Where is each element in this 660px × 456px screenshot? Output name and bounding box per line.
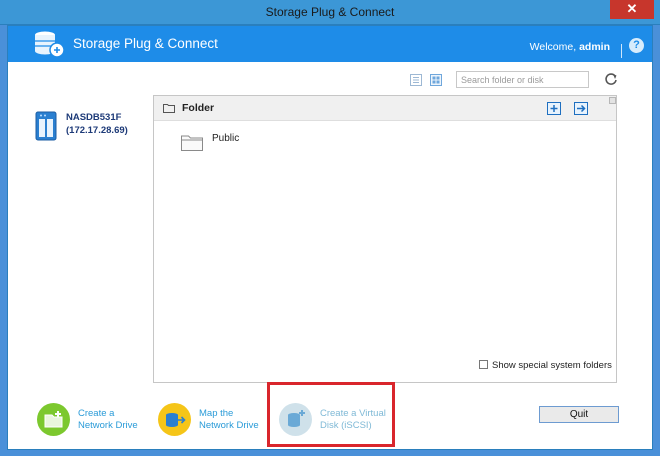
folder-panel-title: Folder bbox=[182, 102, 215, 114]
highlight-box bbox=[267, 382, 395, 447]
welcome-prefix: Welcome, bbox=[529, 41, 577, 53]
help-button[interactable]: ? bbox=[629, 38, 644, 53]
client-area: Storage Plug & Connect Welcome, admin ? … bbox=[7, 25, 653, 450]
map-network-drive-label: Map the Network Drive bbox=[199, 408, 259, 432]
map-network-drive-icon bbox=[158, 403, 191, 436]
folder-panel-header: Folder bbox=[154, 96, 616, 121]
create-network-drive-line1: Create a bbox=[78, 408, 115, 419]
folder-panel: Folder Public Show special system folder… bbox=[153, 95, 617, 383]
map-network-drive-line2: Network Drive bbox=[199, 420, 259, 431]
username[interactable]: admin bbox=[579, 41, 610, 53]
create-network-drive-action[interactable]: Create a Network Drive bbox=[37, 400, 157, 440]
checkbox-box[interactable] bbox=[479, 360, 488, 369]
nas-device-icon[interactable] bbox=[35, 111, 57, 141]
folder-icon bbox=[181, 135, 203, 151]
show-system-folders-checkbox[interactable]: Show special system folders bbox=[479, 360, 612, 371]
folder-header-icon bbox=[163, 104, 175, 113]
app-title: Storage Plug & Connect bbox=[73, 36, 218, 51]
create-network-drive-label: Create a Network Drive bbox=[78, 408, 138, 432]
folder-item-public[interactable]: Public bbox=[181, 132, 301, 156]
storage-app-icon bbox=[35, 31, 65, 58]
device-ip: (172.17.28.69) bbox=[66, 125, 128, 136]
device-label[interactable]: NASDB531F (172.17.28.69) bbox=[66, 111, 128, 137]
app-window: Storage Plug & Connect ✕ Storage Plug & … bbox=[0, 0, 660, 456]
map-network-drive-action[interactable]: Map the Network Drive bbox=[158, 400, 278, 440]
search-input[interactable]: Search folder or disk bbox=[456, 71, 589, 88]
title-bar: Storage Plug & Connect ✕ bbox=[0, 0, 660, 25]
welcome-text: Welcome, admin bbox=[530, 41, 610, 53]
scroll-up-button[interactable] bbox=[609, 97, 616, 104]
window-title: Storage Plug & Connect bbox=[265, 5, 395, 19]
close-button[interactable]: ✕ bbox=[610, 0, 654, 19]
import-folder-icon[interactable] bbox=[574, 100, 589, 115]
quit-button[interactable]: Quit bbox=[539, 406, 619, 423]
show-system-folders-label: Show special system folders bbox=[492, 360, 612, 371]
create-network-drive-line2: Network Drive bbox=[78, 420, 138, 431]
create-network-drive-icon bbox=[37, 403, 70, 436]
refresh-icon[interactable] bbox=[604, 72, 618, 86]
app-header: Storage Plug & Connect Welcome, admin ? bbox=[8, 26, 652, 62]
map-network-drive-line1: Map the bbox=[199, 408, 234, 419]
folder-name: Public bbox=[212, 133, 240, 144]
header-divider bbox=[621, 44, 622, 58]
add-folder-icon[interactable] bbox=[547, 100, 561, 115]
device-name: NASDB531F bbox=[66, 112, 122, 123]
grid-view-icon[interactable] bbox=[430, 74, 442, 86]
list-view-icon[interactable] bbox=[410, 74, 422, 86]
